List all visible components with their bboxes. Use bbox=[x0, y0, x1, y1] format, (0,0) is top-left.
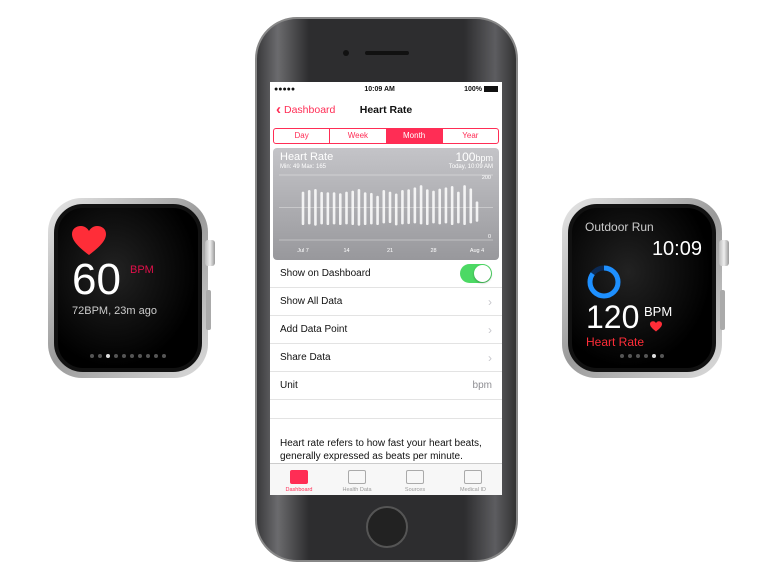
battery-percent: 100% bbox=[464, 86, 483, 93]
nav-bar: ‹ Dashboard Heart Rate bbox=[270, 97, 502, 122]
page-dot bbox=[98, 354, 102, 358]
watch-time: 10:09 bbox=[651, 238, 702, 260]
tab-label: Sources bbox=[404, 487, 426, 493]
workout-title: Outdoor Run bbox=[585, 220, 654, 234]
row-label: Show on Dashboard bbox=[280, 268, 371, 279]
last-reading: 72BPM, 23m ago bbox=[72, 305, 157, 317]
x-tick-label: Jul 7 bbox=[297, 248, 309, 254]
heart-rate-chart: Heart Rate Min: 49 Max: 165 100bpm Today… bbox=[273, 148, 499, 260]
row-label: Add Data Point bbox=[280, 324, 348, 335]
row-unit[interactable]: Unit bpm bbox=[270, 372, 502, 400]
home-button[interactable] bbox=[366, 506, 408, 548]
page-dot bbox=[162, 354, 166, 358]
row-label: Unit bbox=[280, 380, 298, 391]
row-value: bpm bbox=[472, 380, 492, 391]
segment-day[interactable]: Day bbox=[274, 129, 331, 143]
tab-dashboard[interactable]: Dashboard bbox=[270, 464, 328, 495]
earpiece bbox=[365, 51, 409, 55]
left-watch-screen: 60 BPM 72BPM, 23m ago bbox=[54, 204, 202, 372]
tab-bar: Dashboard Health Data Sources Medical ID bbox=[270, 463, 502, 495]
heart-rate-unit: BPM bbox=[644, 304, 673, 319]
chart-plot: 200 0 Jul 7 14 21 28 Aug 4 bbox=[279, 174, 493, 254]
chevron-left-icon: ‹ bbox=[276, 101, 281, 118]
dashboard-toggle[interactable] bbox=[460, 264, 492, 283]
segment-week[interactable]: Week bbox=[330, 129, 387, 143]
row-show-all-data[interactable]: Show All Data › bbox=[270, 288, 502, 316]
page-dot bbox=[636, 354, 640, 358]
page-dot bbox=[114, 354, 118, 358]
side-button bbox=[720, 290, 725, 330]
status-bar: ●●●●● 10:09 AM 100% bbox=[270, 82, 502, 97]
page-dot bbox=[106, 354, 110, 358]
page-dot bbox=[122, 354, 126, 358]
chevron-right-icon: › bbox=[488, 350, 492, 365]
page-dot bbox=[660, 354, 664, 358]
y-tick-label: 0 bbox=[488, 234, 491, 240]
tab-medical-id[interactable]: Medical ID bbox=[444, 464, 502, 495]
x-tick-label: 28 bbox=[430, 248, 436, 254]
front-camera bbox=[343, 50, 349, 56]
left-watch: 60 BPM 72BPM, 23m ago bbox=[48, 198, 215, 378]
side-button bbox=[206, 290, 211, 330]
settings-list: Show on Dashboard Show All Data › Add Data … bbox=[270, 260, 502, 400]
medical-id-icon bbox=[464, 470, 482, 484]
page-dot bbox=[652, 354, 656, 358]
bpm-unit: BPM bbox=[130, 264, 154, 276]
digital-crown bbox=[719, 240, 729, 266]
time-range-control: Day Week Month Year bbox=[273, 128, 499, 144]
segment-month[interactable]: Month bbox=[386, 129, 443, 143]
page-dot bbox=[154, 354, 158, 358]
tab-sources[interactable]: Sources bbox=[386, 464, 444, 495]
row-label: Share Data bbox=[280, 352, 331, 363]
x-tick-label: 14 bbox=[343, 248, 349, 254]
right-watch-screen: Outdoor Run 10:09 120 BPM Heart Rate bbox=[568, 204, 716, 372]
tab-label: Medical ID bbox=[460, 487, 486, 493]
x-tick-label: Aug 4 bbox=[470, 248, 484, 254]
row-show-on-dashboard[interactable]: Show on Dashboard bbox=[270, 260, 502, 288]
heart-rate-label: Heart Rate bbox=[586, 335, 645, 349]
sources-icon bbox=[406, 470, 424, 484]
row-share-data[interactable]: Share Data › bbox=[270, 344, 502, 372]
heart-icon bbox=[650, 321, 662, 332]
chevron-right-icon: › bbox=[488, 322, 492, 337]
tab-label: Health Data bbox=[342, 487, 372, 493]
row-label: Show All Data bbox=[280, 296, 343, 307]
dashboard-icon bbox=[290, 470, 308, 484]
tab-health-data[interactable]: Health Data bbox=[328, 464, 386, 495]
signal-indicator: ●●●●● bbox=[274, 86, 296, 93]
x-tick-label: 21 bbox=[387, 248, 393, 254]
segment-year[interactable]: Year bbox=[443, 129, 498, 143]
page-dot bbox=[90, 354, 94, 358]
page-dot bbox=[644, 354, 648, 358]
status-time: 10:09 AM bbox=[364, 86, 395, 93]
tab-label: Dashboard bbox=[285, 487, 313, 493]
page-dot bbox=[628, 354, 632, 358]
back-button[interactable]: ‹ Dashboard bbox=[276, 101, 335, 118]
page-indicator bbox=[572, 354, 712, 358]
digital-crown bbox=[205, 240, 215, 266]
page-dot bbox=[138, 354, 142, 358]
row-add-data-point[interactable]: Add Data Point › bbox=[270, 316, 502, 344]
chevron-right-icon: › bbox=[488, 294, 492, 309]
back-label: Dashboard bbox=[284, 103, 336, 116]
bpm-value: 60 bbox=[72, 255, 121, 304]
heart-icon bbox=[72, 226, 106, 255]
activity-ring bbox=[587, 265, 621, 299]
health-data-icon bbox=[348, 470, 366, 484]
phone-screen: ●●●●● 10:09 AM 100% ‹ Dashboard Heart Rat… bbox=[270, 82, 502, 495]
page-dot bbox=[146, 354, 150, 358]
page-title: Heart Rate bbox=[359, 103, 413, 116]
battery-icon bbox=[483, 86, 498, 93]
y-tick-label: 200 bbox=[482, 175, 491, 181]
page-indicator bbox=[58, 354, 198, 358]
battery-indicator: 100% bbox=[464, 86, 498, 93]
page-dot bbox=[130, 354, 134, 358]
description: Heart rate refers to how fast your heart… bbox=[270, 418, 502, 463]
heart-rate-value: 120 bbox=[586, 299, 640, 335]
page-dot bbox=[620, 354, 624, 358]
right-watch: Outdoor Run 10:09 120 BPM Heart Rate bbox=[562, 198, 729, 378]
